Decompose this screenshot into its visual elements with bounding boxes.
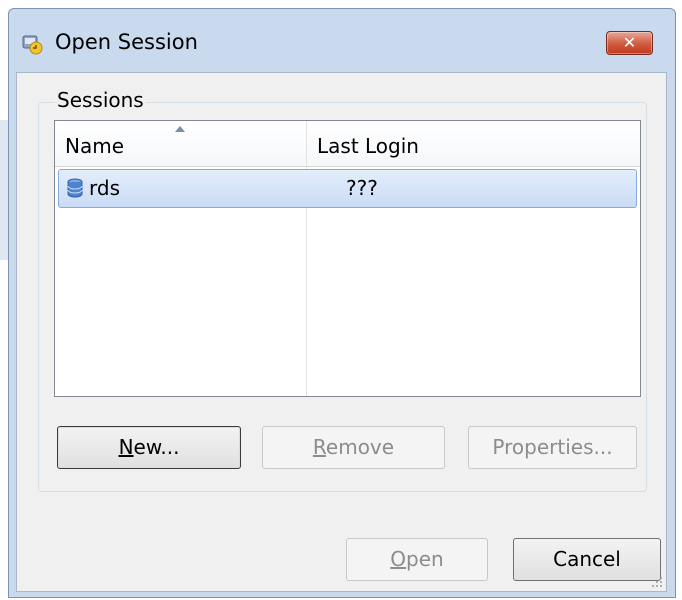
remove-button[interactable]: Remove [262, 426, 445, 469]
dialog-title: Open Session [55, 30, 198, 54]
app-session-icon [21, 33, 43, 55]
open-mnemonic: O [390, 547, 407, 571]
open-label: pen [406, 547, 444, 571]
open-session-dialog: Open Session ✕ Sessions Name Last Login [8, 8, 676, 598]
open-button[interactable]: Open [346, 538, 488, 581]
column-header-name[interactable]: Name [65, 121, 124, 166]
new-mnemonic: N [118, 435, 134, 459]
column-divider[interactable] [306, 121, 307, 396]
table-row[interactable]: rds ??? [58, 169, 637, 208]
session-last-login-cell: ??? [346, 176, 378, 200]
sort-ascending-icon [175, 126, 185, 132]
desktop-edge [0, 0, 8, 600]
close-icon: ✕ [622, 33, 637, 52]
dialog-client-area: Sessions Name Last Login rds ??? New... … [16, 72, 667, 592]
database-icon [67, 178, 83, 198]
new-button[interactable]: New... [57, 426, 241, 469]
list-header: Name Last Login [55, 121, 640, 167]
properties-button[interactable]: Properties... [468, 426, 637, 469]
properties-label: Properties... [492, 435, 613, 459]
sessions-group-label: Sessions [55, 88, 146, 112]
column-header-last-login[interactable]: Last Login [317, 121, 419, 166]
title-bar[interactable]: Open Session ✕ [9, 9, 675, 73]
cancel-button[interactable]: Cancel [513, 538, 661, 581]
remove-label: emove [325, 435, 395, 459]
sessions-list[interactable]: Name Last Login rds ??? [54, 120, 641, 397]
session-name-cell: rds [89, 176, 120, 200]
resize-grip-icon[interactable] [649, 574, 663, 588]
remove-mnemonic: R [312, 435, 326, 459]
close-button[interactable]: ✕ [606, 31, 653, 55]
cancel-label: Cancel [553, 547, 621, 571]
new-label: ew... [133, 435, 180, 459]
